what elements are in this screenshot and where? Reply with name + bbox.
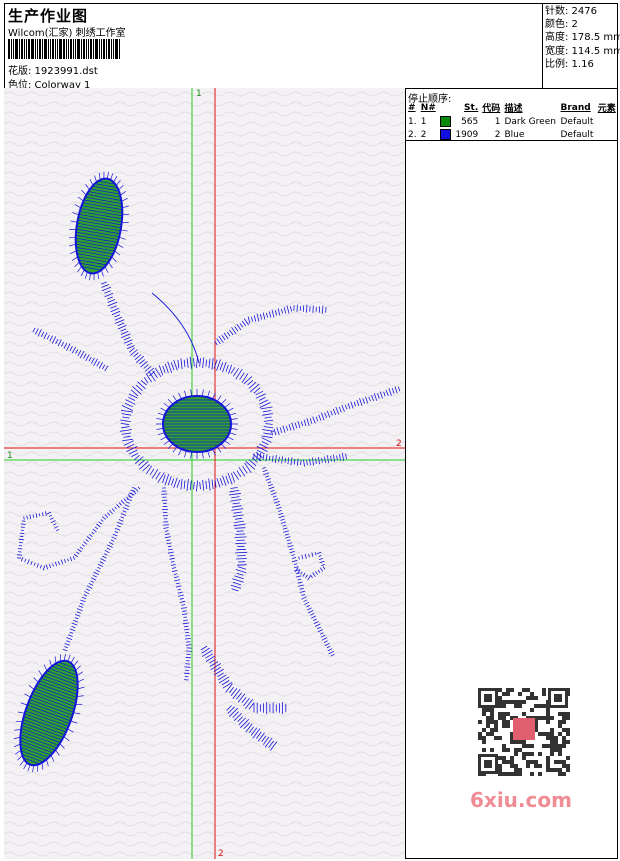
design-canvas[interactable]: 1 1 2 2 [4,88,406,859]
table-header-row: # N# St. 代码 描述 Brand 元素 [406,100,618,115]
design-file: 花版: 1923991.dst [8,66,98,77]
row-stitches: 1909 [455,129,479,140]
color-swatch [439,129,451,140]
row-description: Dark Green [504,116,556,127]
col-element: 元素 [597,104,616,114]
stop-sequence-table: # N# St. 代码 描述 Brand 元素 1. 1 565 1 Dark … [406,100,618,141]
row-needle: 1 [420,116,427,127]
table-row[interactable]: 2. 2 1909 2 Blue Default [406,128,618,141]
row-brand: Default [560,129,594,140]
studio-name: Wilcom(汇家) 刺绣工作室 [8,28,126,39]
watermark-text: 6xiu.com [470,788,572,812]
row-index: 2. [408,129,417,140]
header: 生产作业图 Wilcom(汇家) 刺绣工作室 花版: 1923991.dst 色… [4,3,620,91]
row-code: 2 [494,129,501,140]
stitch-count: 针数: 2476 [545,6,597,17]
qr-seal-logo [513,718,535,740]
row-stitches: 565 [461,116,479,127]
color-count: 颜色: 2 [545,19,578,31]
axis-green-left-label: 1 [7,451,13,461]
row-color-swatch [438,115,453,128]
col-index: # [408,102,416,113]
row-index: 1. [408,116,417,127]
col-brand: Brand [560,102,591,113]
col-code: 代码 [482,104,501,114]
axis-red-right-label: 2 [396,439,402,449]
stats-panel: 针数: 2476 颜色: 2 高度: 178.5 mm 宽度: 114.5 mm… [542,3,620,88]
axis-red-bottom-label: 2 [218,849,224,859]
barcode [8,39,144,59]
col-color [438,100,453,115]
embroidery-preview: 1 1 2 2 [4,88,405,859]
design-scale: 比例: 1.16 [545,58,594,70]
col-needle: N# [420,102,436,113]
qr-code [466,680,576,780]
col-stitches: St. [464,102,479,113]
axis-green-top-label: 1 [196,89,202,99]
row-needle: 2 [420,129,427,140]
design-width: 宽度: 114.5 mm [545,45,620,57]
row-brand: Default [560,116,594,127]
center-flower [156,389,238,459]
color-swatch [439,116,451,127]
row-code: 1 [494,116,501,127]
design-height: 高度: 178.5 mm [545,32,620,44]
col-description: 描述 [504,104,523,114]
page-title: 生产作业图 [8,7,89,25]
table-row[interactable]: 1. 1 565 1 Dark Green Default [406,115,618,128]
row-description: Blue [504,129,525,140]
row-color-swatch [438,128,453,141]
qr-code-graphic [466,680,576,780]
fabric-texture [4,88,405,859]
